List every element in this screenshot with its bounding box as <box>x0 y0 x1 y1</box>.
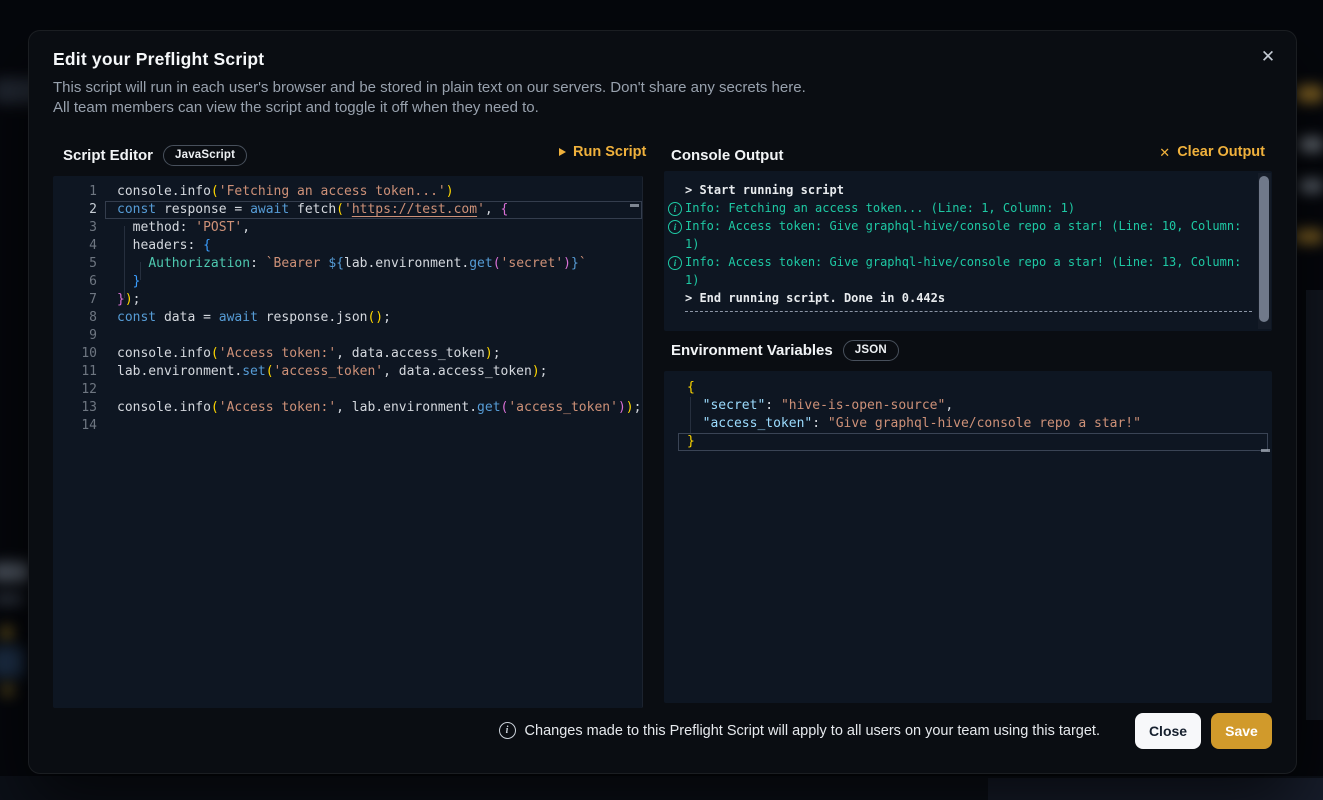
code-line: 13console.info('Access token:', lab.envi… <box>53 399 642 417</box>
json-badge: JSON <box>843 340 899 361</box>
code-line: 9 <box>53 327 642 345</box>
info-circle-icon: i <box>668 202 682 216</box>
code-line: 1console.info('Fetching an access token.… <box>53 183 642 201</box>
line-number: 2 <box>53 201 97 219</box>
env-line: "secret": "hive-is-open-source", <box>664 397 1272 415</box>
code-line: 6 } <box>53 273 642 291</box>
backdrop-blob <box>0 646 24 678</box>
backdrop-blob <box>0 562 30 582</box>
line-number: 12 <box>53 381 97 399</box>
line-number: 10 <box>53 345 97 363</box>
code-line: 7}); <box>53 291 642 309</box>
console-entry: > End running script. Done in 0.442s <box>664 289 1252 307</box>
line-number: 9 <box>53 327 97 345</box>
code-line: 10console.info('Access token:', data.acc… <box>53 345 642 363</box>
console-entry: iInfo: Access token: Give graphql-hive/c… <box>664 253 1252 289</box>
env-line: "access_token": "Give graphql-hive/conso… <box>664 415 1272 433</box>
line-number: 6 <box>53 273 97 291</box>
modal-description-line2: All team members can view the script and… <box>53 98 539 118</box>
modal-description-line1: This script will run in each user's brow… <box>53 78 806 98</box>
close-icon[interactable]: ✕ <box>1254 43 1282 71</box>
info-circle-icon: i <box>668 256 682 270</box>
backdrop-blob <box>1296 86 1323 102</box>
environment-variables-editor[interactable]: { "secret": "hive-is-open-source", "acce… <box>664 371 1272 703</box>
line-number: 13 <box>53 399 97 417</box>
env-lines: { "secret": "hive-is-open-source", "acce… <box>664 379 1272 451</box>
javascript-badge: JavaScript <box>163 145 247 166</box>
backdrop-panel <box>1306 290 1323 720</box>
code-lines: 1console.info('Fetching an access token.… <box>53 183 642 435</box>
clear-output-label: Clear Output <box>1177 144 1265 160</box>
footer-notice-text: Changes made to this Preflight Script wi… <box>525 723 1100 739</box>
code-line: 2const response = await fetch('https://t… <box>53 201 642 219</box>
scrollbar-track[interactable] <box>1258 173 1271 329</box>
code-line: 12 <box>53 381 642 399</box>
line-number: 5 <box>53 255 97 273</box>
code-line: 8const data = await response.json(); <box>53 309 642 327</box>
code-line: 5 Authorization: `Bearer ${lab.environme… <box>53 255 642 273</box>
console-entry: iInfo: Access token: Give graphql-hive/c… <box>664 217 1252 253</box>
console-entry: iInfo: Fetching an access token... (Line… <box>664 199 1252 217</box>
line-number: 14 <box>53 417 97 435</box>
env-line: { <box>664 379 1272 397</box>
line-number: 3 <box>53 219 97 237</box>
scrollbar-thumb[interactable] <box>1259 176 1269 322</box>
play-icon <box>559 148 566 156</box>
clear-output-button[interactable]: ✕ Clear Output <box>1159 144 1265 160</box>
save-button[interactable]: Save <box>1211 713 1272 749</box>
backdrop-blob <box>2 626 12 640</box>
line-number: 1 <box>53 183 97 201</box>
backdrop-blob <box>3 684 13 696</box>
info-icon: i <box>499 722 516 739</box>
console-separator <box>685 311 1252 312</box>
line-number: 7 <box>53 291 97 309</box>
script-editor-heading: Script Editor <box>63 147 153 164</box>
backdrop-blob <box>1299 180 1323 192</box>
footer-notice: i Changes made to this Preflight Script … <box>499 722 1100 739</box>
page-title: Edit your Preflight Script <box>53 49 264 70</box>
backdrop-blob <box>1294 230 1323 243</box>
backdrop-panel <box>0 776 1323 800</box>
code-line: 4 headers: { <box>53 237 642 255</box>
code-line: 3 method: 'POST', <box>53 219 642 237</box>
console-entry: > Start running script <box>664 181 1252 199</box>
console-entries: > Start running scriptiInfo: Fetching an… <box>664 181 1252 312</box>
console-output: > Start running scriptiInfo: Fetching an… <box>664 171 1272 331</box>
backdrop-blob <box>0 594 24 604</box>
close-button[interactable]: Close <box>1135 713 1201 749</box>
backdrop-blob <box>1299 138 1323 151</box>
line-number: 11 <box>53 363 97 381</box>
backdrop-panel <box>988 778 1323 800</box>
line-number: 8 <box>53 309 97 327</box>
code-line: 14 <box>53 417 642 435</box>
env-line: } <box>664 433 1272 451</box>
line-number: 4 <box>53 237 97 255</box>
preflight-script-modal: ✕ Edit your Preflight Script This script… <box>28 30 1297 774</box>
environment-variables-heading: Environment Variables <box>671 342 833 359</box>
info-circle-icon: i <box>668 220 682 234</box>
console-output-heading: Console Output <box>671 147 784 164</box>
run-script-button[interactable]: Run Script <box>559 144 646 160</box>
run-script-label: Run Script <box>573 144 646 160</box>
clear-icon: ✕ <box>1159 146 1170 159</box>
code-line: 11lab.environment.set('access_token', da… <box>53 363 642 381</box>
script-editor[interactable]: 1console.info('Fetching an access token.… <box>53 176 643 708</box>
